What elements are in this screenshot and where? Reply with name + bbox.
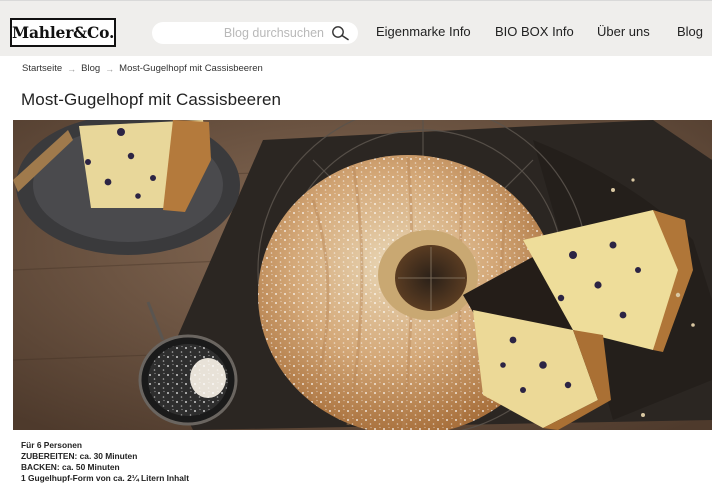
search-input[interactable]: [160, 23, 330, 43]
hero-image: [13, 120, 712, 430]
recipe-prep-time: ZUBEREITEN: ca. 30 Minuten: [21, 451, 138, 461]
search-icon[interactable]: [330, 25, 350, 41]
breadcrumb-blog[interactable]: Blog: [81, 63, 100, 74]
recipe-info: Für 6 Personen ZUBEREITEN: ca. 30 Minute…: [21, 440, 189, 484]
breadcrumb-current: Most-Gugelhopf mit Cassisbeeren: [119, 63, 263, 74]
nav-ueber-uns[interactable]: Über uns: [597, 24, 650, 39]
recipe-form: 1 Gugelhupf-Form von ca. 2¼ Litern Inhal…: [21, 473, 189, 483]
breadcrumb: Startseite → Blog → Most-Gugelhopf mit C…: [22, 63, 263, 74]
page-title: Most-Gugelhopf mit Cassisbeeren: [21, 90, 282, 109]
cake-photo-illustration: [13, 120, 712, 430]
breadcrumb-separator: →: [67, 63, 77, 74]
nav-eigenmarke-info[interactable]: Eigenmarke Info: [376, 24, 471, 39]
breadcrumb-separator: →: [105, 63, 115, 74]
brand-logo[interactable]: Mahler&Co.: [10, 18, 116, 47]
nav-bio-box-info[interactable]: BIO BOX Info: [495, 24, 574, 39]
recipe-servings: Für 6 Personen: [21, 440, 82, 450]
breadcrumb-home[interactable]: Startseite: [22, 63, 62, 74]
recipe-bake-time: BACKEN: ca. 50 Minuten: [21, 462, 120, 472]
site-header: Mahler&Co. Eigenmarke Info BIO BOX Info …: [0, 0, 712, 56]
nav-blog[interactable]: Blog: [677, 24, 703, 39]
search-bar[interactable]: [152, 22, 358, 44]
